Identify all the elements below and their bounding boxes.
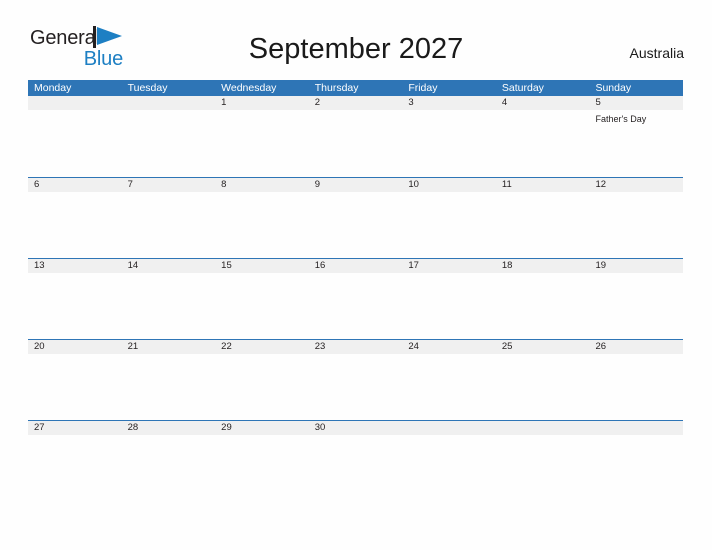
day-number: 26 <box>595 341 607 352</box>
calendar-week-row: 20 21 22 23 24 25 26 <box>28 339 683 420</box>
day-number <box>128 96 216 110</box>
page-header: General Blue September 2027 Australia <box>0 0 712 80</box>
calendar-weeks: 1 2 3 4 5 Father's Day 6 7 8 9 10 11 12 13 14 15 16 17 18 1… <box>28 96 683 501</box>
day-number: 14 <box>127 260 139 271</box>
day-number: 16 <box>314 260 326 271</box>
calendar-grid: Monday Tuesday Wednesday Thursday Friday… <box>28 80 683 501</box>
day-number: 6 <box>34 179 40 190</box>
weekday-header-row: Monday Tuesday Wednesday Thursday Friday… <box>28 80 683 96</box>
calendar-day-cell[interactable]: 27 <box>28 421 122 501</box>
day-number: 22 <box>221 341 232 352</box>
day-number: 17 <box>408 260 419 271</box>
calendar-day-cell[interactable]: 19 <box>589 259 683 339</box>
day-number: 29 <box>221 422 232 433</box>
weekday-header-wednesday: Wednesday <box>221 82 277 94</box>
calendar-day-cell[interactable]: 14 <box>122 259 216 339</box>
calendar-day-cell[interactable]: 9 <box>309 178 403 258</box>
calendar-week-row: 27 28 29 30 <box>28 420 683 501</box>
day-number: 24 <box>408 341 419 352</box>
day-number: 20 <box>34 341 45 352</box>
calendar-day-cell[interactable]: 10 <box>402 178 496 258</box>
calendar-day-cell[interactable]: 2 <box>309 96 403 177</box>
weekday-header-sunday: Sunday <box>595 82 632 94</box>
calendar-day-cell[interactable]: 4 <box>496 96 590 177</box>
day-events: Father's Day <box>595 110 683 125</box>
calendar-day-cell[interactable]: 30 <box>309 421 403 501</box>
day-number: 25 <box>501 341 513 352</box>
day-number <box>502 421 590 435</box>
day-number: 23 <box>314 341 326 352</box>
day-number: 4 <box>501 97 508 108</box>
calendar-day-cell-empty <box>496 421 590 501</box>
calendar-day-cell[interactable]: 21 <box>122 340 216 420</box>
calendar-day-cell[interactable]: 3 <box>402 96 496 177</box>
calendar-day-cell[interactable]: 22 <box>215 340 309 420</box>
day-number: 2 <box>314 97 321 108</box>
calendar-day-cell[interactable]: 1 <box>215 96 309 177</box>
day-number: 28 <box>127 422 139 433</box>
calendar-day-cell[interactable]: 15 <box>215 259 309 339</box>
calendar-week-row: 1 2 3 4 5 Father's Day <box>28 96 683 177</box>
weekday-header-saturday: Saturday <box>501 82 544 94</box>
calendar-day-cell[interactable]: 29 <box>215 421 309 501</box>
day-number: 15 <box>221 260 232 271</box>
holiday-event-label: Father's Day <box>595 114 647 124</box>
calendar-day-cell[interactable]: 28 <box>122 421 216 501</box>
day-number <box>595 421 683 435</box>
day-number: 19 <box>595 260 607 271</box>
weekday-header-monday: Monday <box>34 82 72 94</box>
weekday-header-thursday: Thursday <box>314 82 359 94</box>
day-number: 13 <box>34 260 45 271</box>
day-cell-container: 1 2 3 4 5 Father's Day <box>28 96 683 177</box>
day-number: 3 <box>408 97 414 108</box>
calendar-day-cell[interactable]: 18 <box>496 259 590 339</box>
day-number: 12 <box>595 179 607 190</box>
calendar-day-cell[interactable]: 23 <box>309 340 403 420</box>
region-label: Australia <box>629 45 684 61</box>
calendar-week-row: 13 14 15 16 17 18 19 <box>28 258 683 339</box>
calendar-day-cell[interactable]: 26 <box>589 340 683 420</box>
day-cell-container: 6 7 8 9 10 11 12 <box>28 178 683 258</box>
calendar-day-cell[interactable]: 5 Father's Day <box>589 96 683 177</box>
day-cell-container: 27 28 29 30 <box>28 421 683 501</box>
calendar-day-cell[interactable]: 17 <box>402 259 496 339</box>
page-title: September 2027 <box>248 33 464 65</box>
calendar-day-cell-empty <box>122 96 216 177</box>
day-number: 18 <box>501 260 513 271</box>
weekday-header-friday: Friday <box>408 82 438 94</box>
day-number: 8 <box>221 179 227 190</box>
calendar-day-cell-empty <box>28 96 122 177</box>
day-number: 5 <box>595 97 601 108</box>
calendar-week-row: 6 7 8 9 10 11 12 <box>28 177 683 258</box>
calendar-day-cell[interactable]: 8 <box>215 178 309 258</box>
day-number: 27 <box>34 422 45 433</box>
day-number: 1 <box>221 97 227 108</box>
calendar-day-cell-empty <box>589 421 683 501</box>
calendar-day-cell[interactable]: 24 <box>402 340 496 420</box>
weekday-header-tuesday: Tuesday <box>127 82 168 94</box>
day-cell-container: 20 21 22 23 24 25 26 <box>28 340 683 420</box>
day-number: 11 <box>501 179 512 190</box>
calendar-day-cell[interactable]: 20 <box>28 340 122 420</box>
day-number: 9 <box>314 179 321 190</box>
calendar-day-cell[interactable]: 25 <box>496 340 590 420</box>
calendar-day-cell[interactable]: 7 <box>122 178 216 258</box>
calendar-day-cell[interactable]: 6 <box>28 178 122 258</box>
day-cell-container: 13 14 15 16 17 18 19 <box>28 259 683 339</box>
calendar-day-cell-empty <box>402 421 496 501</box>
day-number: 10 <box>408 179 419 190</box>
calendar-day-cell[interactable]: 11 <box>496 178 590 258</box>
day-number <box>34 96 122 110</box>
day-number: 30 <box>314 422 326 433</box>
day-number <box>408 421 496 435</box>
calendar-day-cell[interactable]: 16 <box>309 259 403 339</box>
day-number: 7 <box>127 179 133 190</box>
day-number: 21 <box>127 341 139 352</box>
calendar-day-cell[interactable]: 13 <box>28 259 122 339</box>
calendar-day-cell[interactable]: 12 <box>589 178 683 258</box>
